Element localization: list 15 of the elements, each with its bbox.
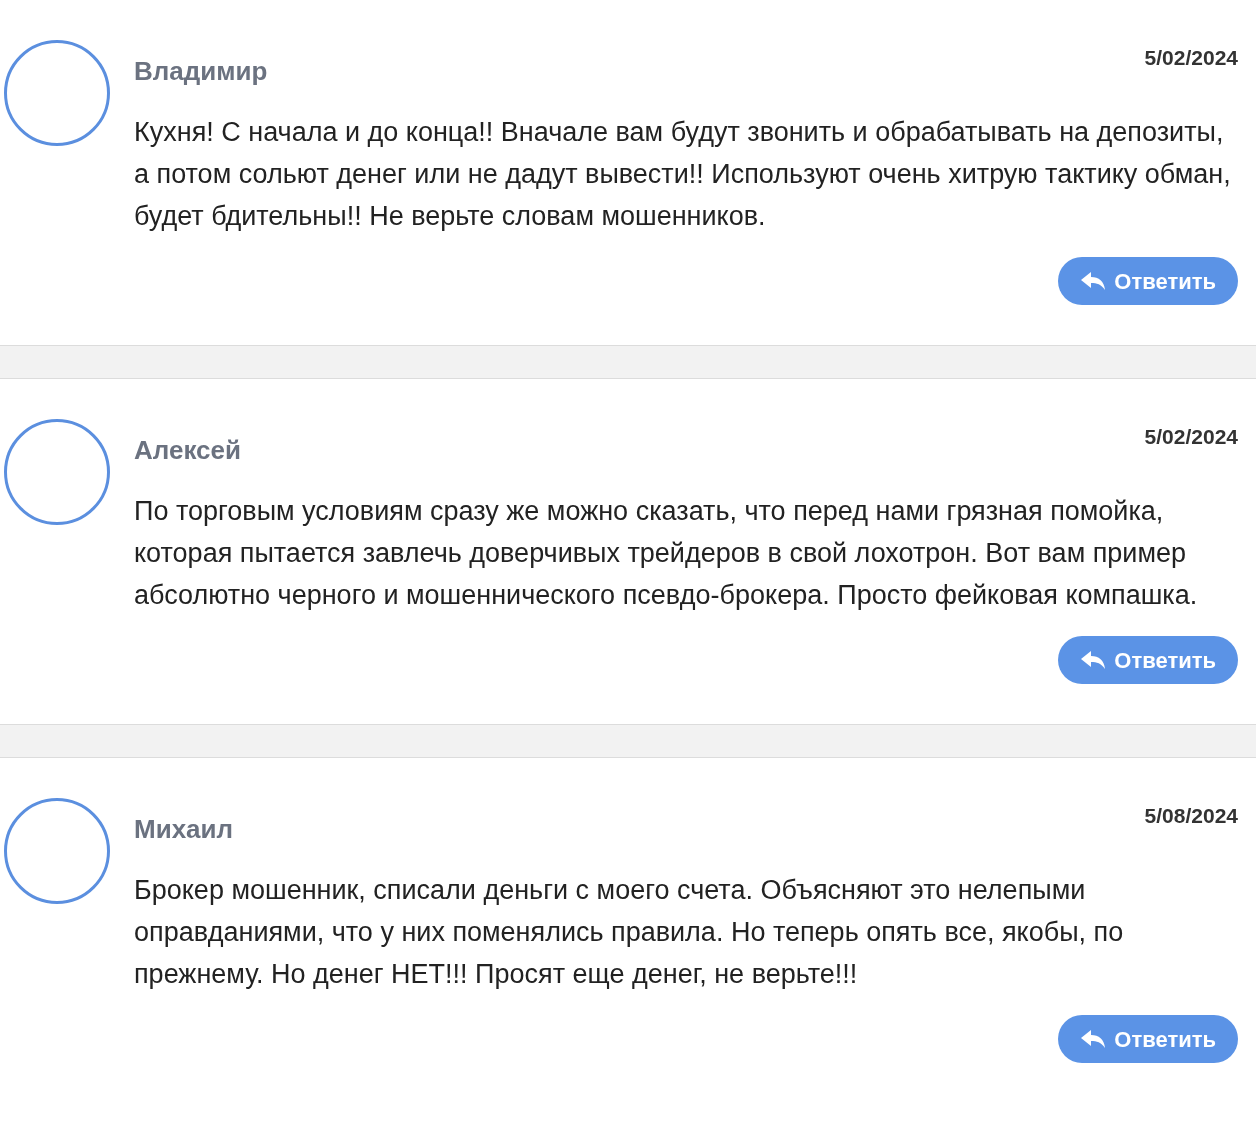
author-name: Михаил xyxy=(134,813,234,846)
author-name: Алексей xyxy=(134,434,241,467)
reply-button[interactable]: Ответить xyxy=(1058,1015,1238,1063)
reply-button[interactable]: Ответить xyxy=(1058,257,1238,305)
comment-date: 5/08/2024 xyxy=(1144,803,1238,829)
author-name: Владимир xyxy=(134,55,268,88)
comment-text: Брокер мошенник, списали деньги с моего счета. Объясняют это нелепыми оправданиями, что у них поменялись правила. Но теперь опять все, якобы, по прежнему. Но денег НЕТ!!! Просят еще денег, не верьте!!! xyxy=(134,874,1125,991)
comment-text: По торговым условиям сразу же можно сказать, что перед нами грязная помойка, которая пытается завлечь доверчивых трейдеров в свой лохотрон. Вот вам пример абсолютно черного и мошеннического псевдо-брокера. Просто фейковая компашка. xyxy=(134,495,1199,612)
reply-arrow-icon xyxy=(1080,1029,1107,1049)
reply-arrow-icon xyxy=(1080,650,1107,670)
comment-text: Кухня! С начала и до конца!! Вначале вам будут звонить и обрабатывать на депозиты, а потом сольют денег или не дадут вывести!! Используют очень хитрую тактику обман, будет бдительны!! Не верьте словам мошенников. xyxy=(134,116,1232,233)
reply-arrow-icon xyxy=(1080,271,1107,291)
reply-button[interactable]: Ответить xyxy=(1058,636,1238,684)
comment-date: 5/02/2024 xyxy=(1144,45,1238,71)
comment-date: 5/02/2024 xyxy=(1144,424,1238,450)
